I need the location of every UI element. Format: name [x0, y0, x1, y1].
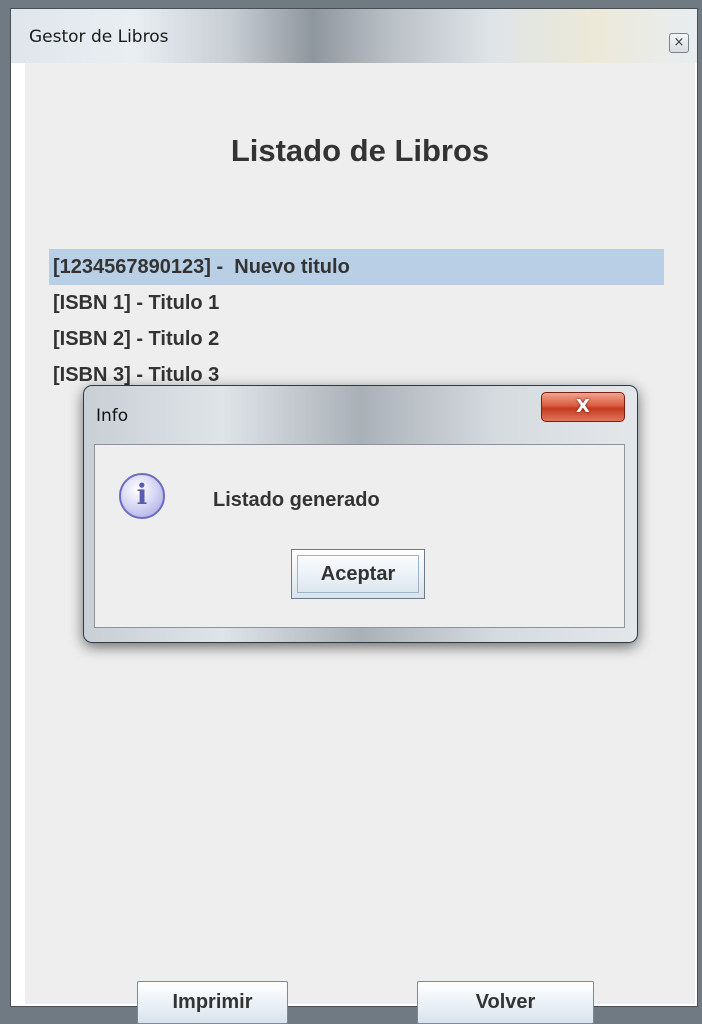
- print-button[interactable]: Imprimir: [137, 981, 288, 1024]
- dialog-body: i Listado generado Aceptar: [94, 444, 625, 628]
- page-title: Listado de Libros: [230, 133, 490, 168]
- window-close-icon[interactable]: ×: [669, 33, 689, 53]
- info-dialog: Info X i Listado generado Aceptar: [83, 385, 638, 643]
- dialog-close-button[interactable]: X: [541, 392, 625, 422]
- dialog-title: Info: [96, 406, 129, 426]
- list-item[interactable]: [ISBN 2] - Titulo 2: [49, 321, 664, 357]
- list-item[interactable]: [1234567890123] - Nuevo titulo: [49, 249, 664, 285]
- window-titlebar[interactable]: Gestor de Libros ×: [11, 9, 697, 63]
- back-button[interactable]: Volver: [417, 981, 594, 1024]
- window-title: Gestor de Libros: [29, 27, 169, 47]
- book-list[interactable]: [1234567890123] - Nuevo titulo [ISBN 1] …: [49, 249, 664, 393]
- accept-button[interactable]: Aceptar: [291, 549, 425, 599]
- list-item[interactable]: [ISBN 1] - Titulo 1: [49, 285, 664, 321]
- dialog-message: Listado generado: [213, 489, 380, 511]
- info-icon: i: [119, 473, 165, 519]
